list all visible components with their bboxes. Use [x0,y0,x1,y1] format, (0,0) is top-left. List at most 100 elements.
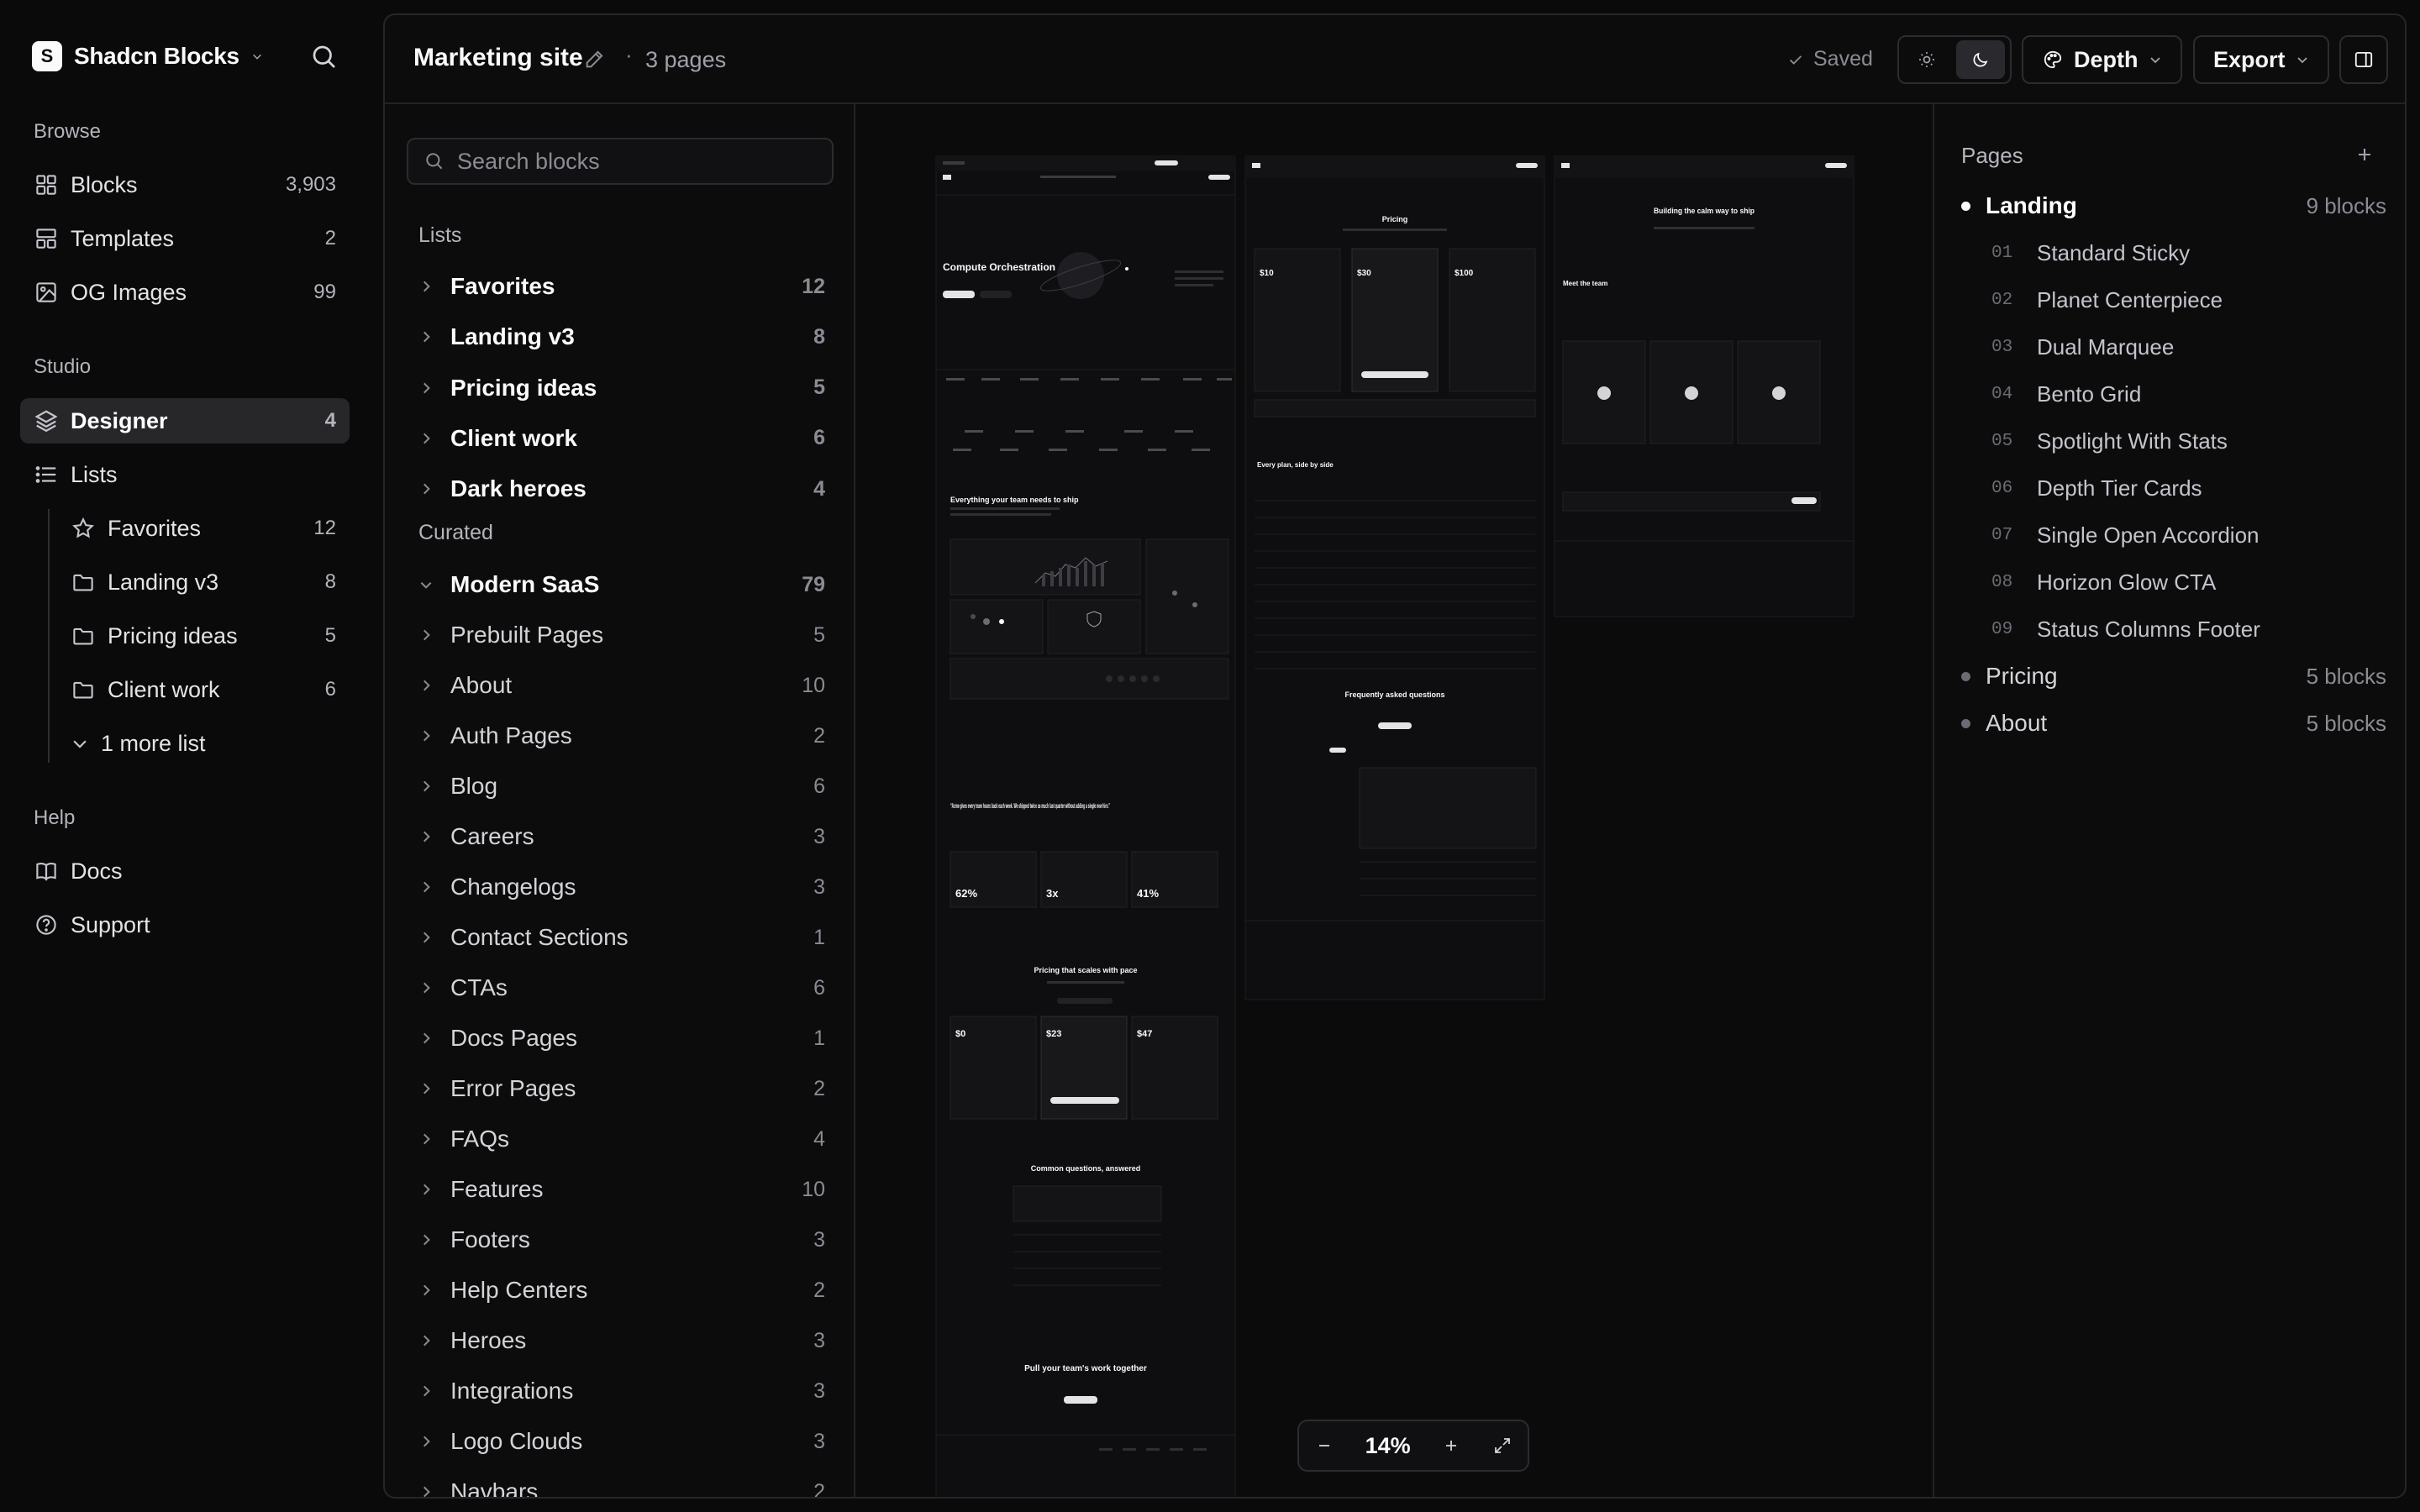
curated-category-row[interactable]: Modern SaaS 79 [407,562,834,607]
sidebar-item-label: Client work [108,676,220,702]
block-list-row[interactable]: Client work 6 [407,416,834,461]
page-block-count: 5 blocks [2306,663,2386,689]
curated-category-row[interactable]: Contact Sections 1 [407,915,834,960]
blocks-panel: Lists Favorites12Landing v38Pricing idea… [385,104,855,1499]
curated-category-row[interactable]: FAQs 4 [407,1116,834,1162]
page-block-item[interactable]: 06 Depth Tier Cards [1991,467,2386,509]
depth-label: Depth [2074,46,2139,72]
chevron-right-icon [424,730,430,742]
design-canvas[interactable]: Compute Orchestration Everything your te… [855,104,1933,1499]
section-label-browse: Browse [34,120,102,143]
curated-category-row[interactable]: Error Pages 2 [407,1066,834,1111]
sidebar-list-client-work[interactable]: Client work 6 [57,667,350,712]
project-title[interactable]: Marketing site [413,44,583,72]
about-page-preview[interactable]: Building the calm way to ship Meet the t… [1554,155,1854,617]
zoom-level: 14% [1365,1432,1411,1458]
landing-price: $47 [1137,1029,1152,1039]
sidebar-item-lists[interactable]: Lists [20,452,350,497]
about-page-title: Building the calm way to ship [1654,207,1754,215]
zoom-controls: 14% [1297,1420,1529,1472]
landing-page-preview[interactable]: Compute Orchestration Everything your te… [935,155,1236,1499]
sidebar-item-label: Pricing ideas [108,622,238,648]
curated-category-row[interactable]: Features 10 [407,1167,834,1212]
save-status-label: Saved [1813,47,1873,71]
sidebar-item-blocks[interactable]: Blocks 3,903 [20,162,350,207]
sidebar-item-support[interactable]: Support [20,902,350,948]
curated-category-row[interactable]: Blog 6 [407,764,834,809]
page-block-item[interactable]: 04 Bento Grid [1991,373,2386,415]
page-item[interactable]: Pricing 5 blocks [1961,655,2386,697]
count-badge: 2 [813,723,825,748]
curated-category-row[interactable]: Careers 3 [407,814,834,859]
landing-stat: 3x [1046,887,1059,900]
block-list-row[interactable]: Landing v3 8 [407,314,834,360]
count-badge: 2 [813,1076,825,1100]
pencil-icon[interactable] [583,47,607,71]
page-block-item[interactable]: 09 Status Columns Footer [1991,608,2386,650]
landing-faq-title: Common questions, answered [1031,1164,1141,1173]
search-icon[interactable] [309,42,339,72]
sidebar-item-label: Docs [71,858,123,884]
curated-category-row[interactable]: Logo Clouds 3 [407,1419,834,1464]
curated-category-row[interactable]: CTAs 6 [407,965,834,1011]
pricing-page-preview[interactable]: Pricing $10 $30 $100 Every plan, side by… [1244,155,1545,1000]
page-item[interactable]: Landing 9 blocks [1961,185,2386,227]
depth-dropdown[interactable]: Depth [2022,35,2182,84]
book-icon [36,862,56,881]
sidebar-list-favorites[interactable]: Favorites 12 [57,506,350,551]
toggle-panel-button[interactable] [2339,35,2388,84]
sidebar-item-templates[interactable]: Templates 2 [20,216,350,261]
curated-category-row[interactable]: Heroes 3 [407,1318,834,1363]
chevron-down-icon [2149,57,2160,64]
curated-category-row[interactable]: Docs Pages 1 [407,1016,834,1061]
curated-category-row[interactable]: Footers 3 [407,1217,834,1263]
sidebar-item-og-images[interactable]: OG Images 99 [20,270,350,315]
zoom-in-icon[interactable] [1441,1436,1461,1456]
count-badge: 6 [324,678,336,701]
curated-category-row[interactable]: Changelogs 3 [407,864,834,910]
pricing-page-title: Pricing [1382,215,1408,223]
count-badge: 99 [313,281,336,303]
curated-category-row[interactable]: Integrations 3 [407,1368,834,1414]
sidebar-list-landing-v3[interactable]: Landing v3 8 [57,559,350,605]
star-icon [72,517,94,538]
curated-category-row[interactable]: Auth Pages 2 [407,713,834,759]
export-dropdown[interactable]: Export [2193,35,2329,84]
fullscreen-icon[interactable] [1492,1436,1512,1456]
block-list-row[interactable]: Favorites 12 [407,264,834,309]
sidebar-item-docs[interactable]: Docs [20,848,350,894]
brand-name: Shadcn Blocks [74,43,239,69]
curated-category-row[interactable]: About 10 [407,663,834,708]
light-theme-button[interactable] [1902,40,1951,79]
block-list-row[interactable]: Pricing ideas 5 [407,365,834,411]
sidebar-item-designer[interactable]: Designer 4 [20,398,350,444]
search-blocks-input[interactable] [457,148,810,175]
page-block-item[interactable]: 01 Standard Sticky [1991,232,2386,274]
page-block-item[interactable]: 02 Planet Centerpiece [1991,279,2386,321]
count-badge: 2 [813,1479,825,1499]
page-block-item[interactable]: 08 Horizon Glow CTA [1991,561,2386,603]
curated-category-row[interactable]: Navbars 2 [407,1469,834,1499]
page-item[interactable]: About 5 blocks [1961,702,2386,744]
count-badge: 3,903 [285,173,336,196]
block-list-row[interactable]: Dark heroes 4 [407,466,834,512]
zoom-out-icon[interactable] [1314,1436,1334,1456]
more-lists-toggle[interactable]: 1 more list [57,721,350,766]
landing-cta-title: Pull your team's work together [1024,1364,1147,1373]
curated-category-row[interactable]: Prebuilt Pages 5 [407,612,834,658]
add-page-icon[interactable] [2353,143,2376,166]
page-block-item[interactable]: 03 Dual Marquee [1991,326,2386,368]
dark-theme-button[interactable] [1956,40,2005,79]
sidebar-item-label: Blocks [71,171,138,197]
block-number: 06 [1991,478,2013,498]
block-list-label: Dark heroes [450,475,587,502]
page-bullet [1961,718,1970,728]
sidebar-list-pricing-ideas[interactable]: Pricing ideas 5 [57,613,350,659]
page-block-item[interactable]: 05 Spotlight With Stats [1991,420,2386,462]
workspace-switcher[interactable]: S Shadcn Blocks [32,41,263,71]
curated-category-row[interactable]: Help Centers 2 [407,1268,834,1313]
count-badge: 5 [324,624,336,647]
pricing-compare-title: Every plan, side by side [1257,461,1334,469]
page-block-item[interactable]: 07 Single Open Accordion [1991,514,2386,556]
count-badge: 3 [813,1429,825,1453]
